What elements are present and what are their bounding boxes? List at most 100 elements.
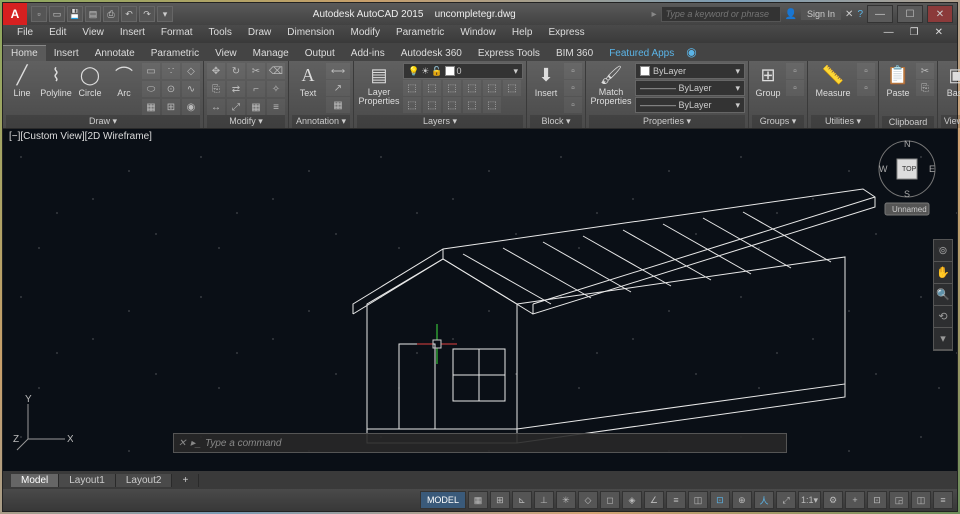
status-annomon-icon[interactable]: + — [845, 491, 865, 509]
stretch-icon[interactable]: ↔ — [207, 99, 225, 115]
menu-dimension[interactable]: Dimension — [279, 25, 342, 43]
fillet-icon[interactable]: ⌐ — [247, 81, 265, 97]
status-ortho-icon[interactable]: ⊥ — [534, 491, 554, 509]
util-tool-2[interactable]: ▫ — [857, 80, 875, 96]
menu-draw[interactable]: Draw — [240, 25, 279, 43]
menu-insert[interactable]: Insert — [112, 25, 153, 43]
mirror-icon[interactable]: ⇄ — [227, 81, 245, 97]
panel-block-title[interactable]: Block ▾ — [530, 115, 582, 128]
circle-button[interactable]: ◯Circle — [74, 63, 106, 98]
status-clean-icon[interactable]: ◫ — [911, 491, 931, 509]
qat-new-icon[interactable]: ▫ — [31, 6, 47, 22]
doc-close-icon[interactable]: ✕ — [927, 25, 951, 43]
menu-file[interactable]: File — [9, 25, 41, 43]
doc-minimize-icon[interactable]: — — [876, 25, 902, 43]
layer-tool-9[interactable]: ⬚ — [443, 97, 461, 113]
maximize-button[interactable]: ☐ — [897, 5, 923, 23]
status-ws-icon[interactable]: ⚙ — [823, 491, 843, 509]
app-icon[interactable]: A — [3, 3, 27, 25]
trim-icon[interactable]: ✂ — [247, 63, 265, 79]
color-combo[interactable]: ByLayer▾ — [635, 63, 745, 79]
layer-tool-3[interactable]: ⬚ — [443, 80, 461, 96]
layer-tool-7[interactable]: ⬚ — [403, 97, 421, 113]
close-button[interactable]: ✕ — [927, 5, 953, 23]
tab-expresstools[interactable]: Express Tools — [470, 46, 548, 61]
block-tool-3[interactable]: ▫ — [564, 97, 582, 113]
ucs-icon[interactable]: Y X Z — [13, 394, 73, 457]
explode-icon[interactable]: ✧ — [267, 81, 285, 97]
qat-undo-icon[interactable]: ↶ — [121, 6, 137, 22]
layout-add[interactable]: + — [172, 474, 199, 487]
panel-layers-title[interactable]: Layers ▾ — [357, 115, 523, 128]
tab-addins[interactable]: Add-ins — [343, 46, 393, 61]
layout-1[interactable]: Layout1 — [59, 474, 116, 487]
signin-button[interactable]: Sign In — [801, 8, 841, 20]
status-3dosnap-icon[interactable]: ◈ — [622, 491, 642, 509]
exchange-icon[interactable]: ✕ — [845, 9, 853, 20]
menu-edit[interactable]: Edit — [41, 25, 74, 43]
tab-annotate[interactable]: Annotate — [87, 46, 143, 61]
layer-combo[interactable]: 💡☀🔓0▾ — [403, 63, 523, 79]
qat-saveas-icon[interactable]: ▤ — [85, 6, 101, 22]
infocenter-icon[interactable]: 👤 — [785, 9, 797, 20]
nav-wheel-icon[interactable]: ⊚ — [934, 240, 952, 262]
tab-bim360[interactable]: BIM 360 — [548, 46, 601, 61]
util-tool-1[interactable]: ▫ — [857, 63, 875, 79]
panel-utilities-title[interactable]: Utilities ▾ — [811, 115, 875, 128]
base-button[interactable]: ▣Base — [941, 63, 960, 98]
status-infer-icon[interactable]: ⊾ — [512, 491, 532, 509]
text-button[interactable]: AText — [292, 63, 324, 98]
tab-featuredapps[interactable]: Featured Apps — [601, 46, 682, 61]
status-osnap-icon[interactable]: ◻ — [600, 491, 620, 509]
panel-annotation-title[interactable]: Annotation ▾ — [292, 115, 350, 128]
drawing-canvas[interactable]: [−][Custom View][2D Wireframe] — [3, 129, 957, 471]
status-iso-icon[interactable]: ◇ — [578, 491, 598, 509]
group-button[interactable]: ⊞Group — [752, 63, 784, 98]
status-scale[interactable]: 1:1▾ — [798, 491, 821, 509]
scale-icon[interactable]: ⤢ — [227, 99, 245, 115]
status-autoscale-icon[interactable]: ⤢ — [776, 491, 796, 509]
tab-home[interactable]: Home — [3, 45, 46, 61]
group-tool-1[interactable]: ▫ — [786, 63, 804, 79]
layer-tool-2[interactable]: ⬚ — [423, 80, 441, 96]
menu-help[interactable]: Help — [504, 25, 541, 43]
line-button[interactable]: ╱Line — [6, 63, 38, 98]
arc-button[interactable]: ⌒Arc — [108, 63, 140, 98]
cut-icon[interactable]: ✂ — [916, 63, 934, 79]
panel-properties-title[interactable]: Properties ▾ — [589, 115, 745, 128]
menu-express[interactable]: Express — [540, 25, 592, 43]
block-tool-1[interactable]: ▫ — [564, 63, 582, 79]
qat-plot-icon[interactable]: ⎙ — [103, 6, 119, 22]
copy-clip-icon[interactable]: ⎘ — [916, 80, 934, 96]
copy-icon[interactable]: ⎘ — [207, 81, 225, 97]
insert-button[interactable]: ⬇Insert — [530, 63, 562, 98]
status-qp-icon[interactable]: ⊡ — [710, 491, 730, 509]
layer-tool-11[interactable]: ⬚ — [483, 97, 501, 113]
cmd-close-icon[interactable]: ✕ — [178, 438, 186, 449]
draw-tool-4[interactable]: ⬭ — [142, 81, 160, 97]
qat-open-icon[interactable]: ▭ — [49, 6, 65, 22]
status-polar-icon[interactable]: ✳ — [556, 491, 576, 509]
menu-window[interactable]: Window — [452, 25, 504, 43]
menu-modify[interactable]: Modify — [343, 25, 388, 43]
status-iso2-icon[interactable]: ◲ — [889, 491, 909, 509]
measure-button[interactable]: 📏Measure — [811, 63, 855, 98]
help-icon[interactable]: ? — [857, 9, 863, 20]
nav-show-icon[interactable]: ▾ — [934, 328, 952, 350]
menu-format[interactable]: Format — [153, 25, 201, 43]
layer-tool-5[interactable]: ⬚ — [483, 80, 501, 96]
doc-restore-icon[interactable]: ❐ — [902, 25, 927, 43]
menu-view[interactable]: View — [74, 25, 112, 43]
move-icon[interactable]: ✥ — [207, 63, 225, 79]
nav-zoom-icon[interactable]: 🔍 — [934, 284, 952, 306]
status-lwt-icon[interactable]: ≡ — [666, 491, 686, 509]
panel-groups-title[interactable]: Groups ▾ — [752, 115, 804, 128]
draw-tool-5[interactable]: ⊙ — [162, 81, 180, 97]
rotate-icon[interactable]: ↻ — [227, 63, 245, 79]
panel-modify-title[interactable]: Modify ▾ — [207, 115, 285, 128]
draw-tool-7[interactable]: ▦ — [142, 99, 160, 115]
layer-tool-4[interactable]: ⬚ — [463, 80, 481, 96]
tab-insert[interactable]: Insert — [46, 46, 87, 61]
layer-tool-1[interactable]: ⬚ — [403, 80, 421, 96]
tab-bullet-icon[interactable]: ◉ — [682, 43, 700, 61]
